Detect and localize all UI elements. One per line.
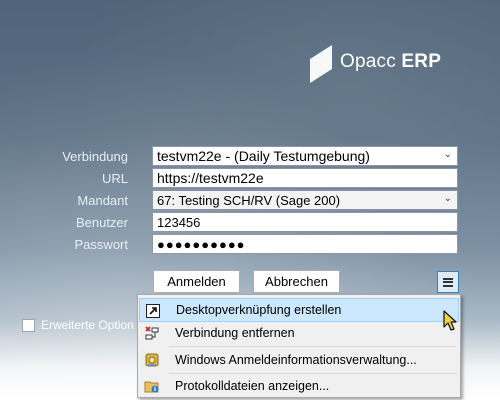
menu-item-label: Desktopverknüpfung erstellen [176, 303, 342, 317]
options-dropdown-menu: Desktopverknüpfung erstellen Verbindung … [137, 294, 461, 398]
opacc-logo-mark-icon [310, 45, 332, 83]
tenant-label: Mandant [77, 193, 128, 208]
password-value: ●●●●●●●●●● [157, 236, 246, 252]
menu-item-create-desktop-shortcut[interactable]: Desktopverknüpfung erstellen [139, 298, 459, 322]
password-label: Passwort [74, 237, 128, 252]
cancel-button[interactable]: Abbrechen [253, 270, 340, 293]
menu-item-label: Protokolldateien anzeigen... [175, 379, 330, 393]
hamburger-menu-button[interactable] [437, 271, 459, 293]
url-label: URL [101, 171, 128, 186]
password-field[interactable]: ●●●●●●●●●● [152, 234, 458, 254]
tenant-select[interactable]: 67: Testing SCH/RV (Sage 200) ⌄ [152, 190, 458, 210]
shortcut-arrow-icon [146, 304, 160, 318]
connection-select[interactable]: testvm22e - (Daily Testumgebung) ⌄ [152, 146, 458, 166]
checkbox-box[interactable] [22, 318, 35, 332]
menu-item-show-log-files[interactable]: Protokolldateien anzeigen... [139, 374, 459, 398]
menu-item-remove-connection[interactable]: Verbindung entfernen [139, 321, 459, 345]
tenant-value: 67: Testing SCH/RV (Sage 200) [157, 192, 341, 208]
logo-text-erp: ERP [401, 51, 442, 72]
advanced-options-label: Erweiterte Option [41, 318, 134, 332]
user-label: Benutzer [75, 215, 128, 230]
url-field[interactable]: https://testvm22e [152, 168, 458, 188]
login-button[interactable]: Anmelden [153, 270, 240, 293]
log-files-icon [144, 381, 159, 393]
connection-value: testvm22e - (Daily Testumgebung) [157, 148, 370, 164]
chevron-down-icon[interactable]: ⌄ [444, 149, 452, 160]
menu-item-label: Windows Anmeldeinformationsverwaltung... [175, 353, 417, 367]
menu-separator [169, 346, 457, 347]
menu-item-windows-credential-manager[interactable]: Windows Anmeldeinformationsverwaltung... [139, 348, 459, 372]
user-field[interactable]: 123456 [152, 212, 458, 232]
logo-text-opacc: Opacc [340, 51, 396, 72]
connection-label: Verbindung [62, 149, 128, 164]
url-value: https://testvm22e [157, 170, 264, 186]
advanced-options-checkbox[interactable]: Erweiterte Option [22, 318, 134, 332]
logo-text: Opacc ERP [340, 51, 441, 73]
hamburger-icon [443, 277, 453, 287]
user-value: 123456 [157, 214, 201, 230]
chevron-down-icon[interactable]: ⌄ [444, 193, 452, 204]
credential-vault-icon [145, 353, 159, 367]
opacc-erp-logo: Opacc ERP [308, 41, 441, 83]
mouse-cursor-icon [443, 310, 457, 331]
menu-item-label: Verbindung entfernen [175, 326, 295, 340]
remove-connection-icon [145, 326, 159, 340]
